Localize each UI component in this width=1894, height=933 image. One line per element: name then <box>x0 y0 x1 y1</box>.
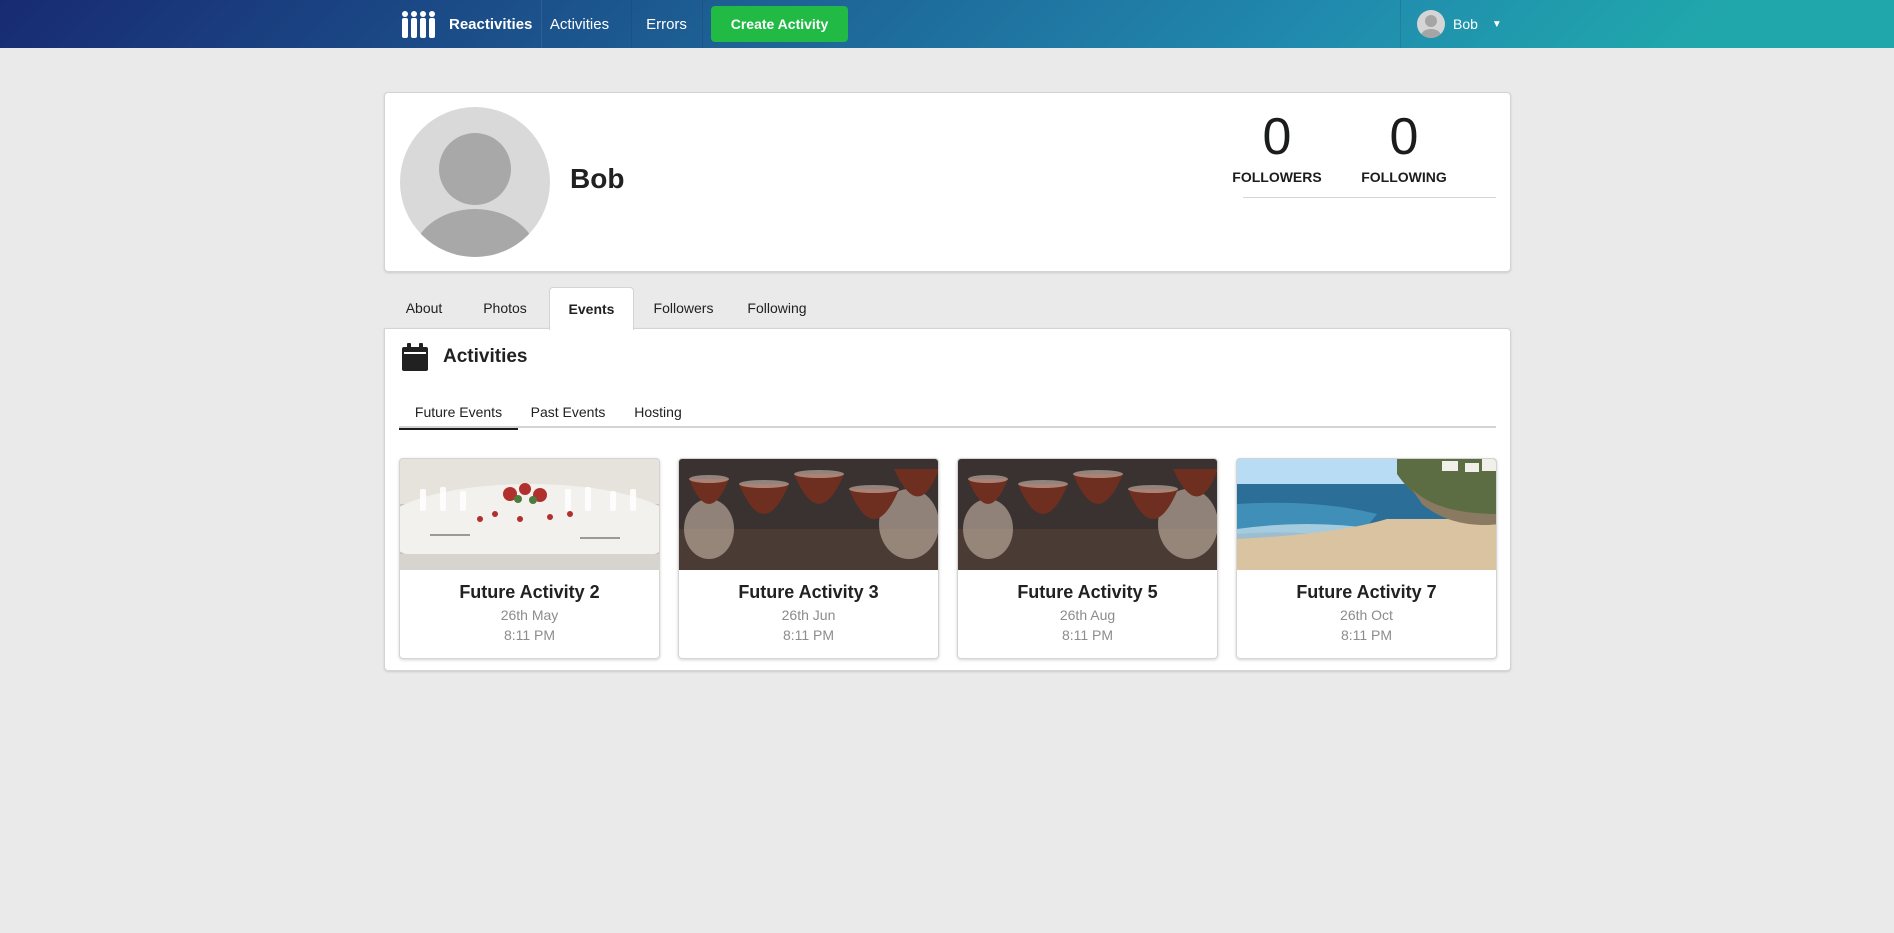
user-menu-dropdown[interactable]: Bob ▼ <box>1400 0 1508 48</box>
drinks-toast-image <box>679 459 938 570</box>
user-name: Bob <box>1453 16 1478 32</box>
activity-card-body: Future Activity 5 26th Aug 8:11 PM <box>958 570 1217 645</box>
activity-card[interactable]: Future Activity 2 26th May 8:11 PM <box>399 458 660 659</box>
activity-card-date: 26th Jun <box>781 607 836 623</box>
nav-activities-label: Activities <box>549 15 610 33</box>
following-statistic: 0 FOLLOWING <box>1349 111 1459 185</box>
nav-activities-link[interactable]: Activities <box>541 0 617 48</box>
followers-label: FOLLOWERS <box>1232 169 1322 185</box>
profile-tabs: About Photos Events Followers Following <box>384 287 1511 330</box>
beach-coast-image <box>1237 459 1496 570</box>
activity-card[interactable]: Future Activity 3 26th Jun 8:11 PM <box>678 458 939 659</box>
drinks-toast-image <box>958 459 1217 570</box>
events-tab-pane: Activities Future Events Past Events Hos… <box>384 328 1511 671</box>
people-group-icon <box>402 11 435 38</box>
activity-card-body: Future Activity 2 26th May 8:11 PM <box>400 570 659 645</box>
followers-count: 0 <box>1262 108 1292 166</box>
activity-card[interactable]: Future Activity 5 26th Aug 8:11 PM <box>957 458 1218 659</box>
events-subtabs: Future Events Past Events Hosting <box>399 395 1496 430</box>
top-navbar: Reactivities Activities Errors Create Ac… <box>0 0 1894 48</box>
dinner-table-image <box>400 459 659 570</box>
following-count: 0 <box>1389 108 1419 166</box>
followers-statistic: 0 FOLLOWERS <box>1222 111 1332 185</box>
brand-label: Reactivities <box>449 15 533 33</box>
activity-card-title: Future Activity 3 <box>738 582 879 602</box>
brand-home-link[interactable]: Reactivities <box>400 0 555 48</box>
caret-down-icon: ▼ <box>1491 18 1502 30</box>
activity-card-title: Future Activity 2 <box>459 582 600 602</box>
nav-errors-label: Errors <box>646 15 687 33</box>
activity-card-time: 8:11 PM <box>1061 627 1114 643</box>
activity-card-date: 26th Oct <box>1340 607 1393 623</box>
activity-card[interactable]: Future Activity 7 26th Oct 8:11 PM <box>1236 458 1497 659</box>
tab-about[interactable]: About <box>384 287 464 329</box>
tab-photos[interactable]: Photos <box>464 287 546 329</box>
tab-events[interactable]: Events <box>549 287 634 330</box>
activity-card-title: Future Activity 5 <box>1017 582 1158 602</box>
tab-followers[interactable]: Followers <box>634 287 733 329</box>
calendar-icon <box>402 343 428 371</box>
activity-card-time: 8:11 PM <box>782 627 835 643</box>
profile-name: Bob <box>570 163 625 194</box>
activity-card-body: Future Activity 3 26th Jun 8:11 PM <box>679 570 938 645</box>
events-title: Activities <box>443 346 528 367</box>
events-header: Activities <box>402 343 527 371</box>
activity-card-date: 26th May <box>500 607 559 623</box>
activity-card-time: 8:11 PM <box>503 627 556 643</box>
subtab-hosting[interactable]: Hosting <box>618 395 698 428</box>
profile-avatar <box>400 107 550 257</box>
activity-card-date: 26th Aug <box>1059 607 1116 623</box>
stats-divider <box>1243 197 1496 198</box>
profile-header-card: Bob 0 FOLLOWERS 0 FOLLOWING <box>384 92 1511 272</box>
nav-errors-link[interactable]: Errors <box>631 0 701 48</box>
navbar-inner: Reactivities Activities Errors Create Ac… <box>385 0 1509 48</box>
subtab-future-events[interactable]: Future Events <box>399 395 518 430</box>
following-label: FOLLOWING <box>1361 169 1447 185</box>
subtab-past-events[interactable]: Past Events <box>518 395 618 428</box>
activity-card-body: Future Activity 7 26th Oct 8:11 PM <box>1237 570 1496 645</box>
tab-following[interactable]: Following <box>733 287 821 329</box>
activity-card-time: 8:11 PM <box>1340 627 1393 643</box>
create-activity-button[interactable]: Create Activity <box>711 6 848 42</box>
nav-create-item: Create Activity <box>702 0 856 48</box>
user-avatar <box>1417 10 1445 38</box>
activity-card-title: Future Activity 7 <box>1296 582 1437 602</box>
